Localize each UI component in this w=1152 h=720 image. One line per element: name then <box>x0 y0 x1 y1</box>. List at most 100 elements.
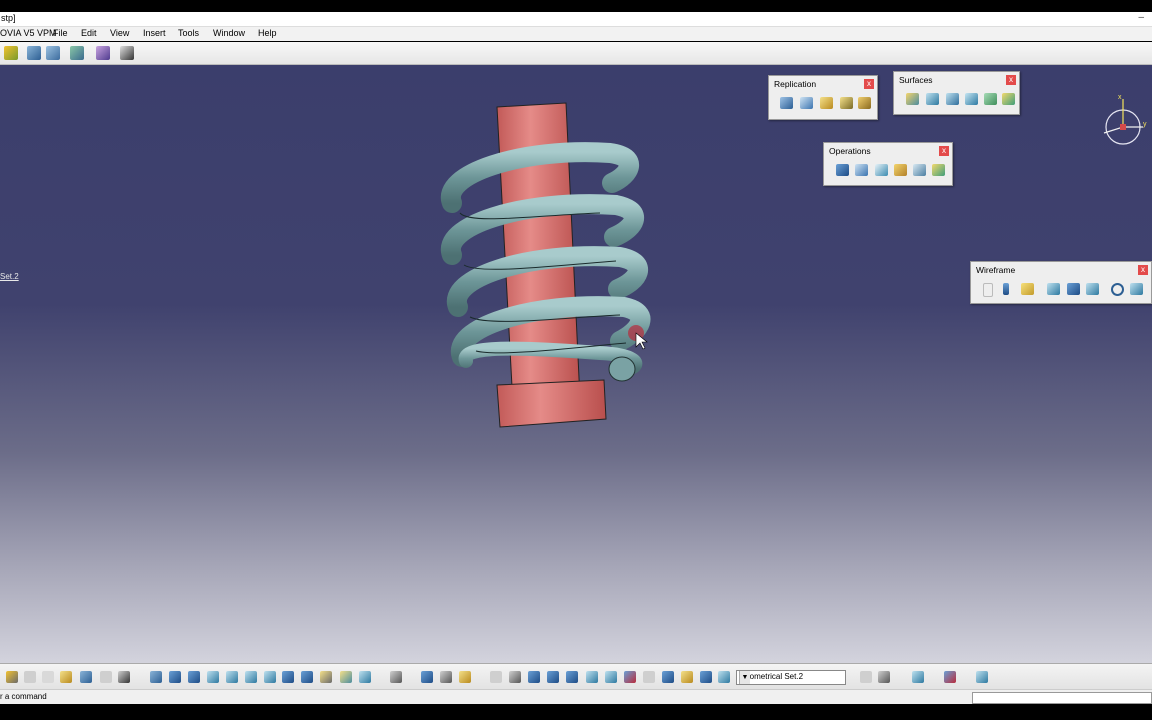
replication-toolbar: Replication x <box>768 75 878 120</box>
loft-icon[interactable] <box>965 93 978 105</box>
normal-view-icon[interactable] <box>264 671 276 683</box>
fillet-icon[interactable] <box>875 164 888 176</box>
geometrical-set-select[interactable]: Geometrical Set.2 ▼ <box>736 670 846 685</box>
analysis-icon[interactable] <box>643 671 655 683</box>
repeat-object-icon[interactable] <box>780 97 793 109</box>
measure-item-icon[interactable] <box>421 671 433 683</box>
spring-model[interactable] <box>0 65 1152 663</box>
point-icon[interactable] <box>983 283 993 297</box>
compass-tool-icon[interactable] <box>509 671 521 683</box>
catalog-icon[interactable] <box>96 46 110 60</box>
menu-edit[interactable]: Edit <box>81 28 97 38</box>
offset-icon[interactable] <box>1002 93 1015 105</box>
workbench-icon[interactable] <box>70 46 84 60</box>
wireframe-close-button[interactable]: x <box>1138 265 1148 275</box>
tools-palette-icon[interactable] <box>976 671 988 683</box>
view-mode-icon[interactable] <box>944 671 956 683</box>
snap-icon[interactable] <box>586 671 598 683</box>
zoom-in-icon[interactable] <box>226 671 238 683</box>
part-design-icon[interactable] <box>4 46 18 60</box>
product-icon[interactable] <box>27 46 41 60</box>
measure-inertia-icon[interactable] <box>440 671 452 683</box>
status-bar: r a command <box>0 689 1152 704</box>
command-input[interactable] <box>972 692 1152 704</box>
shading-icon[interactable] <box>320 671 332 683</box>
projection-icon[interactable] <box>1047 283 1060 295</box>
surfaces-close-button[interactable]: x <box>1006 75 1016 85</box>
join-icon[interactable] <box>836 164 849 176</box>
wireframe-title: Wireframe <box>976 265 1016 275</box>
stack-icon[interactable] <box>662 671 674 683</box>
menu-insert[interactable]: Insert <box>143 28 166 38</box>
paste-icon[interactable] <box>60 671 72 683</box>
duplicate-icon[interactable] <box>820 97 833 109</box>
plane-system-icon[interactable] <box>624 671 636 683</box>
3d-viewport[interactable]: Set.2 Replication x Surfaces x Operation… <box>0 65 1152 663</box>
spline-icon[interactable] <box>1130 283 1143 295</box>
intersection-icon[interactable] <box>1067 283 1080 295</box>
screen-bottom-border <box>0 704 1152 720</box>
menu-app[interactable]: OVIA V5 VPM <box>0 28 57 38</box>
body-icon[interactable] <box>605 671 617 683</box>
rotate-icon[interactable] <box>207 671 219 683</box>
extrapolate-icon[interactable] <box>932 164 945 176</box>
menu-tools[interactable]: Tools <box>178 28 199 38</box>
plane-icon[interactable] <box>1021 283 1034 295</box>
insert-geoset-icon[interactable] <box>860 671 872 683</box>
cut-icon[interactable] <box>24 671 36 683</box>
fill-icon[interactable] <box>946 93 959 105</box>
lock-icon[interactable] <box>459 671 471 683</box>
redo-icon[interactable] <box>100 671 112 683</box>
menu-file[interactable]: File <box>53 28 68 38</box>
work-on-support-icon[interactable] <box>547 671 559 683</box>
pan-icon[interactable] <box>188 671 200 683</box>
minimize-button[interactable]: – <box>1138 12 1144 23</box>
geometrical-set-icon[interactable] <box>718 671 730 683</box>
multi-view-icon[interactable] <box>282 671 294 683</box>
print-icon[interactable] <box>6 671 18 683</box>
grid-icon[interactable] <box>566 671 578 683</box>
measure-between-icon[interactable] <box>390 671 402 683</box>
swap-space-icon[interactable] <box>359 671 371 683</box>
zoom-out-icon[interactable] <box>245 671 257 683</box>
menu-window[interactable]: Window <box>213 28 245 38</box>
axis-system-icon[interactable] <box>528 671 540 683</box>
chevron-down-icon[interactable]: ▼ <box>739 671 750 684</box>
menu-bar: OVIA V5 VPM File Edit View Insert Tools … <box>0 27 1152 41</box>
operations-close-button[interactable]: x <box>939 146 949 156</box>
whats-this-icon[interactable] <box>118 671 130 683</box>
tree-node-label[interactable]: Set.2 <box>0 272 19 281</box>
powercopy-icon[interactable] <box>840 97 853 109</box>
sweep-icon[interactable] <box>926 93 939 105</box>
catalog-browser-icon[interactable] <box>681 671 693 683</box>
circular-pattern-icon[interactable] <box>800 97 813 109</box>
boundary-icon[interactable] <box>894 164 907 176</box>
line-icon[interactable] <box>1003 283 1009 295</box>
update-icon[interactable] <box>490 671 502 683</box>
assembly-icon[interactable] <box>46 46 60 60</box>
copy-icon[interactable] <box>42 671 54 683</box>
operations-title: Operations <box>829 146 871 156</box>
undo-icon[interactable] <box>80 671 92 683</box>
compass-icon[interactable]: x y <box>1098 95 1148 145</box>
menu-view[interactable]: View <box>110 28 129 38</box>
split-icon[interactable] <box>855 164 868 176</box>
sketcher-icon[interactable] <box>120 46 134 60</box>
hide-show-icon[interactable] <box>340 671 352 683</box>
fit-all-icon[interactable] <box>169 671 181 683</box>
blend-icon[interactable] <box>984 93 997 105</box>
circle-icon[interactable] <box>1111 283 1124 296</box>
iso-view-icon[interactable] <box>301 671 313 683</box>
translate-icon[interactable] <box>913 164 926 176</box>
offset-curve-icon[interactable] <box>1086 283 1099 295</box>
knowledge-icon[interactable] <box>700 671 712 683</box>
replication-close-button[interactable]: x <box>864 79 874 89</box>
section-icon[interactable] <box>878 671 890 683</box>
sketch-icon[interactable] <box>912 671 924 683</box>
wireframe-toolbar: Wireframe x <box>970 261 1152 304</box>
fly-mode-icon[interactable] <box>150 671 162 683</box>
surfaces-toolbar: Surfaces x <box>893 71 1020 115</box>
instantiate-icon[interactable] <box>858 97 871 109</box>
menu-help[interactable]: Help <box>258 28 277 38</box>
extrude-icon[interactable] <box>906 93 919 105</box>
